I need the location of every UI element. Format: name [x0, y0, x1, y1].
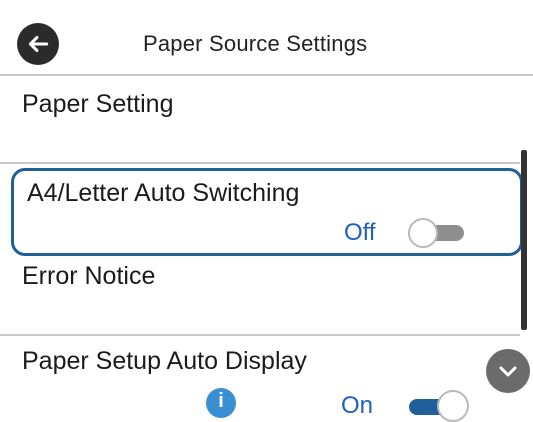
- toggle-knob: [408, 218, 438, 248]
- info-icon[interactable]: i: [206, 388, 236, 418]
- toggle-state-text: On: [341, 392, 374, 419]
- header-divider: [0, 74, 533, 76]
- list-divider: [0, 162, 520, 164]
- list-divider: [0, 334, 520, 336]
- toggle-switch[interactable]: [406, 216, 470, 250]
- scroll-down-button[interactable]: [486, 349, 530, 393]
- page-title: Paper Source Settings: [143, 31, 368, 56]
- toggle-switch[interactable]: [405, 388, 471, 422]
- list-item-a4-letter-auto-switching[interactable]: A4/Letter Auto Switching Off: [11, 168, 523, 256]
- list-item-error-notice[interactable]: Error Notice: [22, 262, 155, 291]
- toggle-state-text: Off: [344, 219, 376, 246]
- chevron-down-icon: [499, 366, 517, 377]
- scrollbar[interactable]: [521, 150, 527, 330]
- list-item-paper-setting[interactable]: Paper Setting: [22, 90, 174, 119]
- arrow-left-icon: [28, 35, 49, 53]
- list-item-paper-setup-auto-display[interactable]: Paper Setup Auto Display: [22, 347, 307, 376]
- toggle-knob: [437, 390, 469, 422]
- list-item-label: A4/Letter Auto Switching: [27, 179, 300, 207]
- back-button[interactable]: [17, 23, 59, 65]
